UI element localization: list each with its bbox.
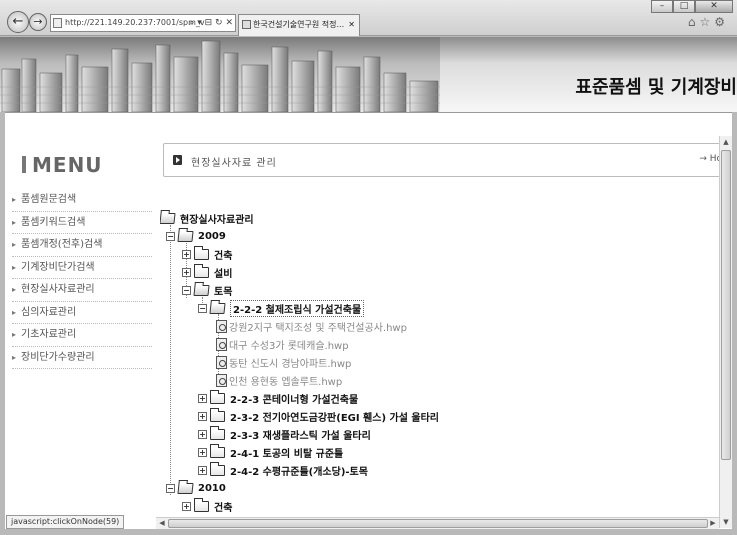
tree-node-2-4-2[interactable]: +2-4-2 수평규준틀(개소당)-토목 <box>198 461 368 478</box>
page-title: 현장실사자료 관리 <box>191 158 277 169</box>
horizontal-scrollbar[interactable]: ◀ ▶ <box>156 517 719 529</box>
menu-heading: MENU <box>22 153 103 177</box>
location-bar: 현장실사자료 관리 → Ho <box>163 143 723 177</box>
collapse-icon[interactable]: − <box>166 483 175 493</box>
tree-file-item[interactable]: 강원2지구 택지조성 및 주택건설공사.hwp <box>216 318 407 334</box>
city-skyline-image <box>0 37 440 112</box>
browser-tab[interactable]: 한국건설기술연구원 적정... ✕ <box>238 14 360 36</box>
tree-node-2010[interactable]: −2010 <box>166 480 226 496</box>
sidebar-item-review-data[interactable]: 심의자료관리 <box>12 302 152 324</box>
folder-open-icon <box>193 284 210 296</box>
expand-icon[interactable]: + <box>198 447 207 457</box>
expand-icon[interactable]: + <box>198 393 207 403</box>
folder-open-icon <box>160 212 176 224</box>
favicon-icon <box>242 20 251 29</box>
close-window-button[interactable]: ✕ <box>695 0 733 13</box>
folder-tree: 현장실사자료관리 −2009 + 건축 + 설비 − 토목 −2-2-2 철제조립식 … <box>160 208 718 523</box>
tree-node-equip[interactable]: + 설비 <box>182 263 232 280</box>
collapse-icon[interactable]: − <box>166 231 175 241</box>
collapse-icon[interactable]: − <box>198 303 207 313</box>
sidebar-menu: 품셈원문검색 품셈키워드검색 품셈개정(전후)검색 기계장비단가검색 현장실사자… <box>12 189 152 369</box>
hwp-file-icon <box>216 337 227 351</box>
tree-file-item[interactable]: 대구 수성3가 롯데캐슬.hwp <box>216 336 349 352</box>
expand-icon[interactable]: + <box>198 465 207 475</box>
sidebar-item-keyword-search[interactable]: 품셈키워드검색 <box>12 212 152 234</box>
back-button[interactable]: ← <box>7 11 29 33</box>
folder-icon <box>210 407 225 422</box>
sidebar-item-revision-search[interactable]: 품셈개정(전후)검색 <box>12 234 152 257</box>
expand-icon[interactable]: + <box>198 429 207 439</box>
hwp-file-icon <box>216 373 227 387</box>
tree-file-item[interactable]: 인천 용현동 엡솔루트.hwp <box>216 372 342 388</box>
sidebar-item-basic-data[interactable]: 기초자료관리 <box>12 324 152 347</box>
expand-icon[interactable]: + <box>182 267 191 277</box>
site-title: 표준품셈 및 기계장비 <box>575 77 737 98</box>
scroll-up-arrow-icon[interactable]: ▲ <box>720 136 732 148</box>
folder-icon <box>210 389 225 404</box>
scroll-right-arrow-icon[interactable]: ▶ <box>707 518 719 529</box>
hwp-file-icon <box>216 355 227 369</box>
tab-title: 한국건설기술연구원 적정... <box>253 20 345 29</box>
vertical-scrollbar[interactable]: ▲ ▼ <box>719 136 732 528</box>
folder-open-icon <box>177 482 194 494</box>
folder-icon <box>194 263 209 278</box>
window-controls: – □ ✕ <box>651 0 733 13</box>
sidebar-item-field-survey[interactable]: 현장실사자료관리 <box>12 279 152 302</box>
folder-icon <box>210 425 225 440</box>
tree-file-item[interactable]: 동탄 신도시 경남아파트.hwp <box>216 354 351 370</box>
folder-icon <box>194 245 209 260</box>
folder-icon <box>194 497 209 512</box>
scroll-left-arrow-icon[interactable]: ◀ <box>156 518 168 529</box>
tree-node-civil[interactable]: − 토목 <box>182 282 232 298</box>
folder-open-icon <box>177 230 194 242</box>
expand-icon[interactable]: + <box>182 501 191 511</box>
minimize-button[interactable]: – <box>651 0 673 13</box>
browser-chrome: – □ ✕ ← → http://221.149.20.237:7001/spm… <box>0 0 737 36</box>
bullet-play-icon <box>173 155 182 165</box>
home-icon[interactable]: ⌂ <box>688 15 700 29</box>
sidebar-item-equipment-quantity[interactable]: 장비단가수량관리 <box>12 347 152 369</box>
address-text: http://221.149.20.237:7001/spm_v <box>65 18 205 27</box>
tree-node-2-2-3[interactable]: +2-2-3 콘테이너형 가설건축물 <box>198 389 358 406</box>
tree-node-root[interactable]: 현장실사자료관리 <box>160 210 254 226</box>
expand-icon[interactable]: + <box>198 411 207 421</box>
folder-icon <box>210 443 225 458</box>
collapse-icon[interactable]: − <box>182 285 191 295</box>
expand-icon[interactable]: + <box>182 249 191 259</box>
settings-gear-icon[interactable]: ⚙ <box>714 15 729 29</box>
favorites-star-icon[interactable]: ☆ <box>699 15 714 29</box>
tree-node-arch-2010[interactable]: + 건축 <box>182 497 232 514</box>
tree-node-arch[interactable]: + 건축 <box>182 245 232 262</box>
tree-node-2009[interactable]: −2009 <box>166 228 226 244</box>
site-banner: 표준품셈 및 기계장비 <box>0 37 737 112</box>
tree-node-2-2-2[interactable]: −2-2-2 철제조립식 가설건축물 <box>198 299 365 317</box>
status-bar: javascript:clickOnNode(59) <box>6 515 125 529</box>
horizontal-scroll-thumb[interactable] <box>168 519 708 528</box>
page-icon <box>53 18 62 28</box>
forward-button[interactable]: → <box>29 13 47 31</box>
browser-toolbar-icons: ⌂☆⚙ <box>688 15 729 29</box>
tree-node-2-3-2[interactable]: +2-3-2 전기아연도금강판(EGI 휀스) 가설 울타리 <box>198 407 439 424</box>
menu-bar-icon <box>22 156 26 173</box>
tree-node-2-3-3[interactable]: +2-3-3 재생플라스틱 가설 울타리 <box>198 425 371 442</box>
sidebar-item-equipment-price-search[interactable]: 기계장비단가검색 <box>12 257 152 279</box>
sidebar-item-original-search[interactable]: 품셈원문검색 <box>12 189 152 212</box>
folder-open-icon <box>209 302 226 314</box>
maximize-button[interactable]: □ <box>673 0 695 13</box>
tab-close-icon[interactable]: ✕ <box>348 15 355 34</box>
tree-node-2-4-1[interactable]: +2-4-1 토공의 비탈 규준틀 <box>198 443 343 460</box>
folder-icon <box>210 461 225 476</box>
scroll-down-arrow-icon[interactable]: ▼ <box>720 516 732 528</box>
hwp-file-icon <box>216 319 227 333</box>
page-content: MENU 품셈원문검색 품셈키워드검색 품셈개정(전후)검색 기계장비단가검색 … <box>5 112 732 529</box>
vertical-scroll-thumb[interactable] <box>721 150 731 460</box>
address-bar[interactable]: http://221.149.20.237:7001/spm_v ⌕ ▾ ⊟ ↻… <box>50 14 236 32</box>
address-controls-icon[interactable]: ⌕ ▾ ⊟ ↻ ✕ <box>189 15 233 31</box>
